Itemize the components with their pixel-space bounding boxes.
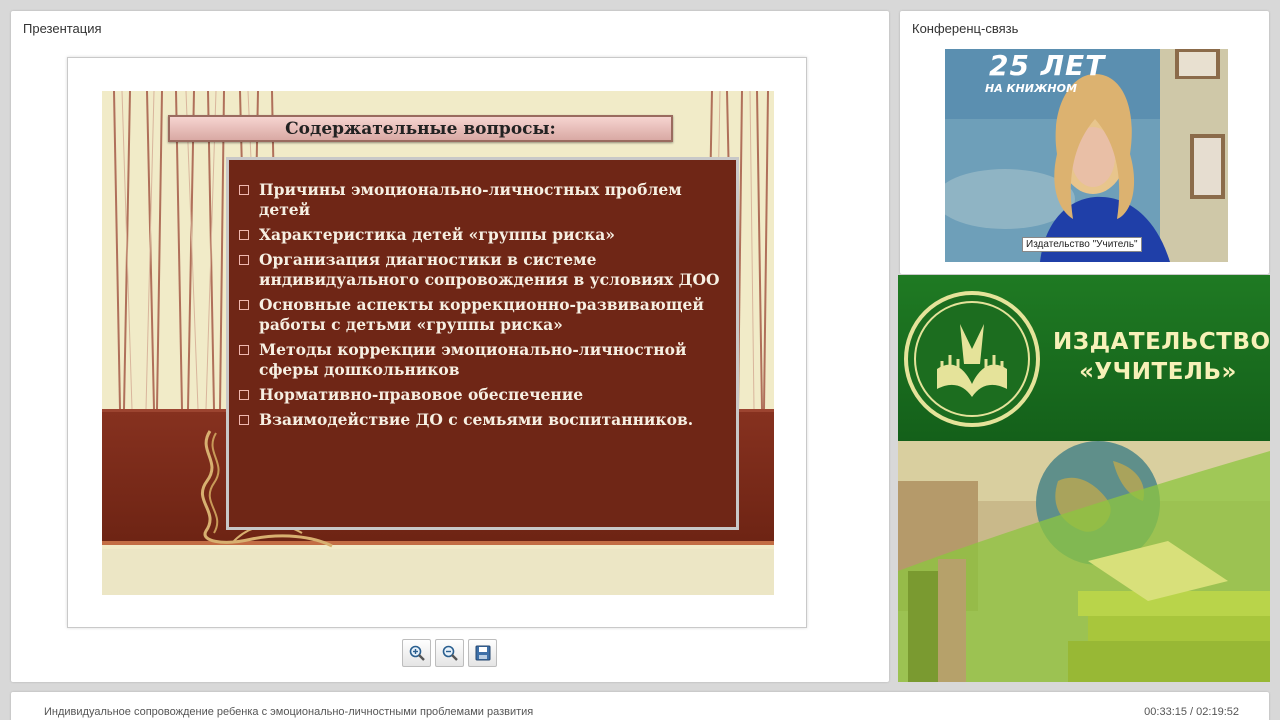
playback-time-total: 02:19:52 [1196, 706, 1239, 718]
slide-bullet-text: Причины эмоционально-личностных проблем … [259, 180, 682, 219]
checkbox-bullet-icon [239, 415, 249, 425]
footer-bar: Индивидуальное сопровождение ребенка с э… [11, 692, 1269, 720]
slide-bullet-text: Основные аспекты коррекционно-развивающе… [259, 295, 704, 334]
checkbox-bullet-icon [239, 230, 249, 240]
publisher-banner-green: ИЗДАТЕЛЬСТВО «УЧИТЕЛЬ» [898, 275, 1270, 441]
slide-bullet-item: Нормативно-правовое обеспечение [237, 385, 722, 405]
slide-bullet-text: Нормативно-правовое обеспечение [259, 385, 584, 404]
slide-bullet-text: Взаимодействие ДО с семьями воспитаннико… [259, 410, 694, 429]
slide-bottom [102, 549, 774, 595]
save-button[interactable] [468, 639, 497, 667]
zoom-in-icon [409, 645, 425, 661]
slide-bullet-text: Организация диагностики в системе индиви… [259, 250, 720, 289]
books-globe-image [898, 441, 1270, 682]
poster-subtext: НА КНИЖНОМ [985, 82, 1077, 95]
conference-panel: Конференц-связь 25 ЛЕТ НА КНИЖНОМ Издате… [900, 11, 1269, 274]
presentation-panel-title: Презентация [23, 21, 102, 36]
checkbox-bullet-icon [239, 255, 249, 265]
video-feed[interactable]: 25 ЛЕТ НА КНИЖНОМ Издательство "Учитель" [945, 49, 1228, 262]
slide-bullet-text: Характеристика детей «группы риска» [259, 225, 615, 244]
publisher-logo-icon [904, 291, 1040, 427]
conference-panel-title: Конференц-связь [912, 21, 1019, 36]
zoom-in-button[interactable] [402, 639, 431, 667]
publisher-name: ИЗДАТЕЛЬСТВО «УЧИТЕЛЬ» [1053, 327, 1270, 387]
playback-time: 00:33:15 / 02:19:52 [1144, 706, 1239, 718]
video-participant-label: Издательство "Учитель" [1022, 237, 1142, 252]
slide-toolbar [402, 639, 497, 667]
slide-title-bar: Содержательные вопросы: [168, 115, 673, 142]
slide-content-box: Причины эмоционально-личностных проблем … [226, 157, 739, 530]
zoom-out-button[interactable] [435, 639, 464, 667]
checkbox-bullet-icon [239, 300, 249, 310]
lecture-title: Индивидуальное сопровождение ребенка с э… [44, 706, 534, 718]
checkbox-bullet-icon [239, 185, 249, 195]
slide-title: Содержательные вопросы: [285, 118, 556, 139]
save-icon [475, 645, 490, 661]
presentation-panel: Презентация Содержательные вопросы: Прич… [11, 11, 889, 682]
slide-frame: Содержательные вопросы: Причины эмоциона… [67, 57, 807, 628]
publisher-banner[interactable]: ИЗДАТЕЛЬСТВО «УЧИТЕЛЬ» [898, 275, 1270, 682]
slide-bullet-list: Причины эмоционально-личностных проблем … [237, 180, 722, 430]
playback-time-current: 00:33:15 [1144, 706, 1187, 718]
checkbox-bullet-icon [239, 390, 249, 400]
slide-bullet-item: Взаимодействие ДО с семьями воспитаннико… [237, 410, 722, 430]
zoom-out-icon [442, 645, 458, 661]
checkbox-bullet-icon [239, 345, 249, 355]
slide: Содержательные вопросы: Причины эмоциона… [102, 91, 774, 595]
slide-bullet-item: Причины эмоционально-личностных проблем … [237, 180, 722, 220]
slide-bullet-item: Методы коррекции эмоционально-личностной… [237, 340, 722, 380]
poster-text: 25 ЛЕТ [989, 49, 1106, 82]
slide-bullet-item: Основные аспекты коррекционно-развивающе… [237, 295, 722, 335]
slide-bullet-text: Методы коррекции эмоционально-личностной… [259, 340, 687, 379]
slide-bullet-item: Организация диагностики в системе индиви… [237, 250, 722, 290]
publisher-name-line1: ИЗДАТЕЛЬСТВО [1053, 329, 1270, 355]
publisher-name-line2: «УЧИТЕЛЬ» [1079, 359, 1237, 385]
slide-bullet-item: Характеристика детей «группы риска» [237, 225, 722, 245]
